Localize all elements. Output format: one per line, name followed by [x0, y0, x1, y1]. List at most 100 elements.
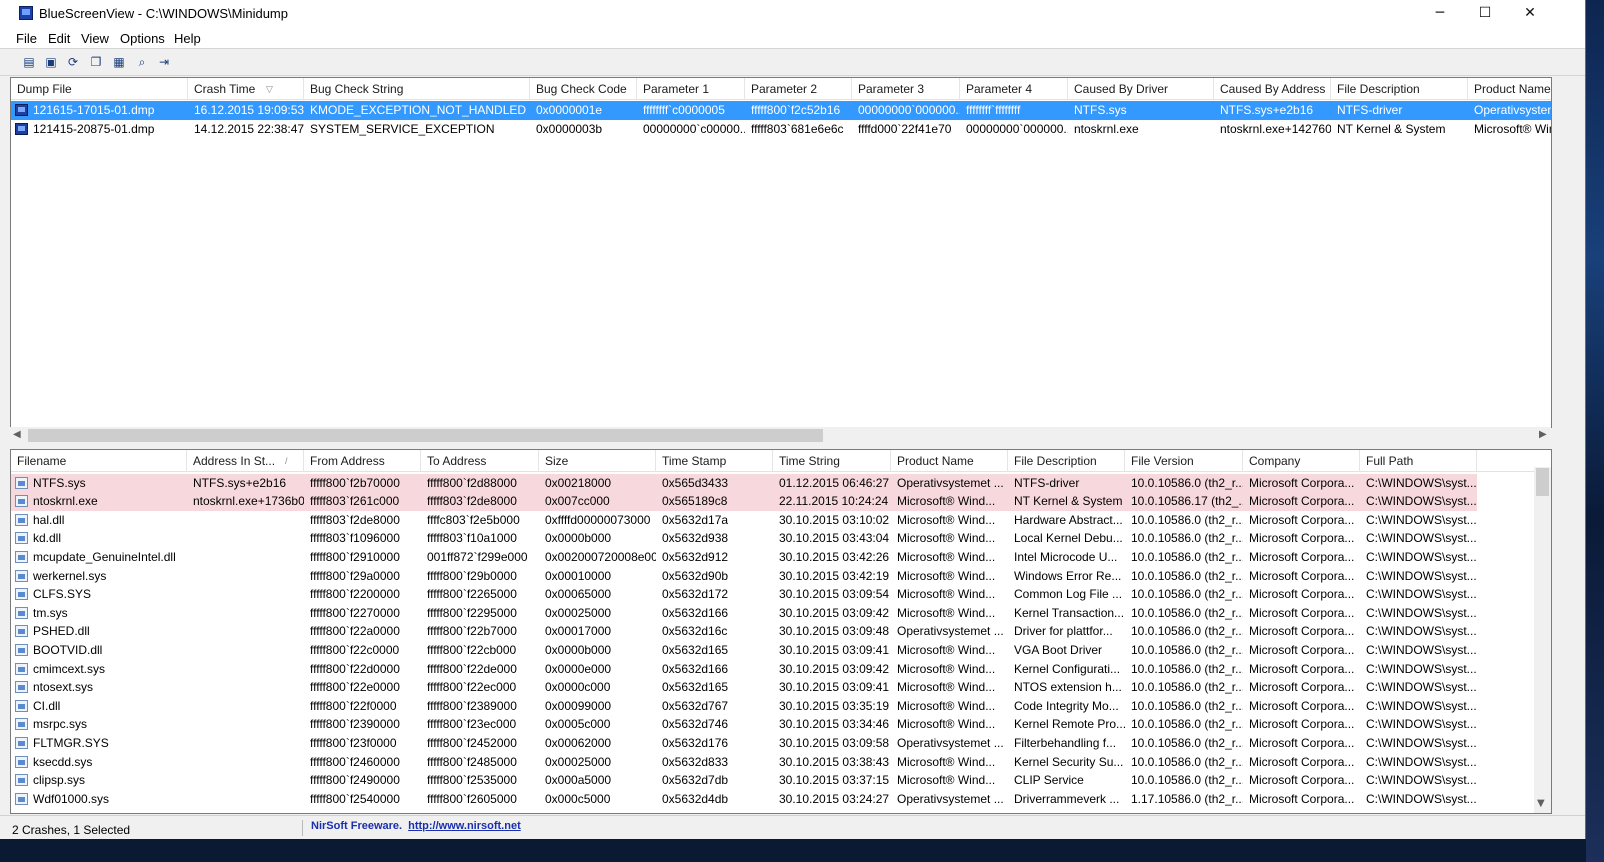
column-header-crash-time[interactable]: Crash Time — [188, 78, 304, 100]
scroll-down-icon[interactable]: ▼ — [1537, 798, 1545, 809]
column-header-from-address[interactable]: From Address — [304, 450, 421, 472]
scroll-left-icon[interactable]: ◀ — [13, 429, 21, 440]
cell-full-path: C:\WINDOWS\syst... — [1366, 475, 1477, 490]
module-row[interactable]: werkernel.sys fffff800`f29a0000 fffff800`f… — [11, 567, 1477, 586]
cell-company: Microsoft Corpora... — [1249, 735, 1355, 750]
module-row[interactable]: hal.dll fffff803`f2de8000 ffffc803`f2e5b00… — [11, 511, 1477, 530]
cell-file-description: NTFS-driver — [1014, 475, 1080, 490]
cell-file-version: 10.0.10586.0 (th2_r... — [1131, 605, 1243, 620]
scrollbar-thumb[interactable] — [28, 429, 823, 442]
cell-address-in-st — [187, 660, 304, 679]
module-list-vertical-scrollbar[interactable]: ▼ — [1534, 467, 1551, 813]
module-row[interactable]: ntoskrnl.exe ntoskrnl.exe+1736b0 fffff803`… — [11, 492, 1477, 511]
cell-to-address: fffff800`f2452000 — [427, 735, 517, 750]
cell-file-description: Driverrammeverk ... — [1014, 791, 1120, 806]
crash-list-horizontal-scrollbar[interactable]: ◀ ▶ — [10, 427, 1551, 444]
title-bar: BlueScreenView - C:\WINDOWS\Minidump ─ ☐… — [0, 0, 1585, 28]
module-row[interactable]: Wdf01000.sys fffff800`f2540000 fffff800`f2… — [11, 790, 1477, 809]
menu-edit[interactable]: Edit — [48, 31, 70, 46]
module-row[interactable]: ksecdd.sys fffff800`f2460000 fffff800`f248… — [11, 753, 1477, 772]
module-row[interactable]: NTFS.sys NTFS.sys+e2b16 fffff800`f2b70000 f… — [11, 473, 1477, 492]
cell-full-path: C:\WINDOWS\syst... — [1366, 791, 1477, 806]
close-button[interactable]: ✕ — [1507, 0, 1553, 28]
cell-from-address: fffff803`f261c000 — [310, 494, 400, 509]
column-header-product-name[interactable]: Product Name — [1468, 78, 1551, 100]
cell-full-path: C:\WINDOWS\syst... — [1366, 661, 1477, 676]
cell-parameter-4: 00000000`000000... — [966, 122, 1068, 136]
module-row[interactable]: kd.dll fffff803`f1096000 fffff803`f10a1000… — [11, 529, 1477, 548]
module-row[interactable]: CLFS.SYS fffff800`f2200000 fffff800`f22650… — [11, 585, 1477, 604]
cell-filename: ntoskrnl.exe — [33, 494, 98, 509]
column-header-bug-check-code[interactable]: Bug Check Code — [530, 78, 637, 100]
exit-icon[interactable]: ⇥ — [155, 53, 173, 71]
cell-bug-check-code: 0x0000001e — [536, 103, 603, 117]
cell-filename: werkernel.sys — [33, 568, 107, 583]
column-header-filename[interactable]: Filename — [11, 450, 187, 472]
module-row[interactable]: mcupdate_GenuineIntel.dll fffff800`f29100… — [11, 548, 1477, 567]
cell-product-name: Microsoft® Wind... — [897, 531, 996, 546]
refresh-icon[interactable]: ⟳ — [64, 53, 82, 71]
column-header-product-name[interactable]: Product Name — [891, 450, 1008, 472]
menu-options[interactable]: Options — [120, 31, 165, 46]
crash-list[interactable]: Dump File Crash Time Bug Check String Bug C… — [10, 77, 1552, 428]
menu-file[interactable]: File — [16, 31, 37, 46]
module-row[interactable]: ntosext.sys fffff800`f22e0000 fffff800`f22… — [11, 678, 1477, 697]
column-header-caused-by-driver[interactable]: Caused By Driver — [1068, 78, 1214, 100]
column-header-file-description[interactable]: File Description — [1331, 78, 1468, 100]
cell-time-stamp: 0x5632d4db — [662, 791, 729, 806]
find-icon[interactable]: ⌕ — [133, 53, 151, 71]
column-header-bug-check-string[interactable]: Bug Check String — [304, 78, 530, 100]
scrollbar-thumb[interactable] — [1536, 468, 1549, 496]
cell-dump-file: 121615-17015-01.dmp — [33, 103, 155, 117]
properties-icon[interactable]: ▤ — [20, 53, 38, 71]
cell-file-description: NTFS-driver — [1337, 103, 1403, 117]
scroll-right-icon[interactable]: ▶ — [1539, 429, 1547, 440]
column-header-parameter-3[interactable]: Parameter 3 — [852, 78, 960, 100]
module-row[interactable]: cmimcext.sys fffff800`f22d0000 fffff800`f2… — [11, 660, 1477, 679]
column-header-parameter-4[interactable]: Parameter 4 — [960, 78, 1068, 100]
column-header-full-path[interactable]: Full Path — [1360, 450, 1477, 472]
cell-company: Microsoft Corpora... — [1249, 717, 1355, 732]
column-header-to-address[interactable]: To Address — [421, 450, 539, 472]
column-header-size[interactable]: Size — [539, 450, 656, 472]
column-header-file-version[interactable]: File Version — [1125, 450, 1243, 472]
cell-filename: cmimcext.sys — [33, 661, 105, 676]
cell-address-in-st — [187, 641, 304, 660]
column-header-parameter-2[interactable]: Parameter 2 — [745, 78, 852, 100]
module-row[interactable]: PSHED.dll fffff800`f22a0000 fffff800`f22b7… — [11, 622, 1477, 641]
column-header-company[interactable]: Company — [1243, 450, 1360, 472]
module-row[interactable]: tm.sys fffff800`f2270000 fffff800`f2295000… — [11, 604, 1477, 623]
column-header-caused-by-address[interactable]: Caused By Address — [1214, 78, 1331, 100]
column-header-file-description[interactable]: File Description — [1008, 450, 1125, 472]
module-row[interactable]: msrpc.sys fffff800`f2390000 fffff800`f23ec… — [11, 715, 1477, 734]
module-row[interactable]: FLTMGR.SYS fffff800`f23f0000 fffff800`f245… — [11, 734, 1477, 753]
cell-filename: clipsp.sys — [33, 773, 86, 788]
maximize-button[interactable]: ☐ — [1462, 0, 1508, 28]
column-header-parameter-1[interactable]: Parameter 1 — [637, 78, 745, 100]
cell-product-name: Microsoft® Wind... — [897, 754, 996, 769]
cell-time-string: 30.10.2015 03:09:58 — [779, 735, 890, 750]
cell-from-address: fffff800`f22e0000 — [310, 680, 400, 695]
cell-product-name: Microsoft® Wind... — [897, 587, 996, 602]
menu-help[interactable]: Help — [174, 31, 201, 46]
module-row[interactable]: CI.dll fffff800`f22f0000 fffff800`f2389000… — [11, 697, 1477, 716]
cell-company: Microsoft Corpora... — [1249, 661, 1355, 676]
module-row[interactable]: BOOTVID.dll fffff800`f22c0000 fffff800`f22… — [11, 641, 1477, 660]
crash-row[interactable]: 121615-17015-01.dmp 16.12.2015 19:09:53 KM… — [11, 101, 1551, 120]
column-header-time-stamp[interactable]: Time Stamp — [656, 450, 773, 472]
sort-indicator-icon: ▽ — [266, 84, 273, 94]
copy-icon[interactable]: ❐ — [87, 53, 105, 71]
crash-row[interactable]: 121415-20875-01.dmp 14.12.2015 22:38:47 SY… — [11, 120, 1551, 139]
minimize-button[interactable]: ─ — [1417, 0, 1463, 28]
html-report-icon[interactable]: ▦ — [110, 53, 128, 71]
menu-view[interactable]: View — [81, 31, 109, 46]
cell-product-name: Microsoft® Wind... — [897, 661, 996, 676]
module-list[interactable]: Filename Address In St... From Address To A… — [10, 449, 1552, 814]
cell-to-address: fffff800`f2265000 — [427, 587, 517, 602]
cell-size: 0x00025000 — [545, 605, 612, 620]
nirsoft-link[interactable]: http://www.nirsoft.net — [408, 820, 521, 832]
module-row[interactable]: clipsp.sys fffff800`f2490000 fffff800`f253… — [11, 771, 1477, 790]
column-header-dump-file[interactable]: Dump File — [11, 78, 188, 100]
column-header-time-string[interactable]: Time String — [773, 450, 891, 472]
save-icon[interactable]: ▣ — [42, 53, 60, 71]
